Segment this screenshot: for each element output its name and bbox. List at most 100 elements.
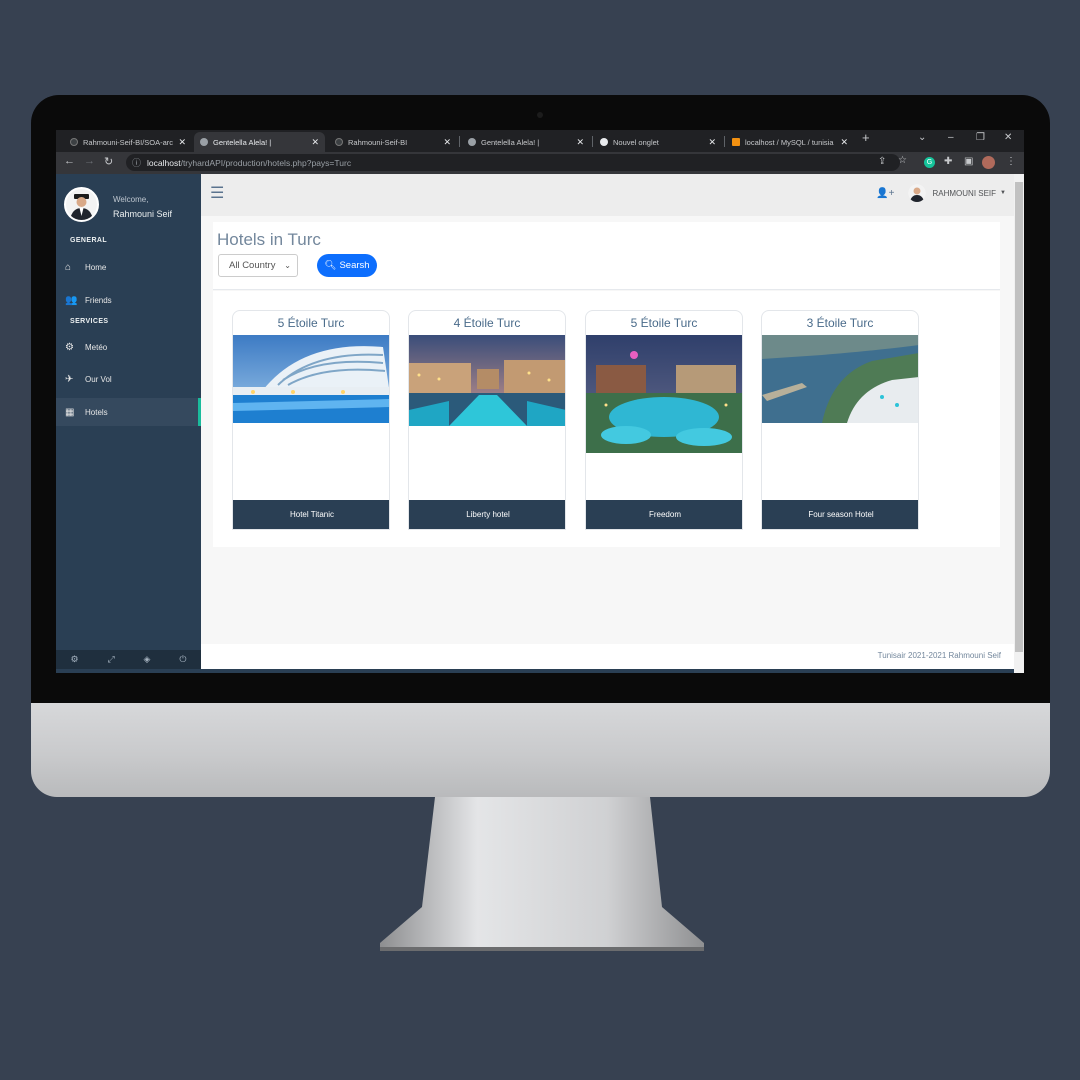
bottom-strip [56,669,1024,673]
menu-toggle-icon[interactable]: ☰ [210,183,224,203]
sidebar-item-our-vol[interactable]: ✈ Our Vol [56,365,201,393]
hotels-panel: 5 Étoile Turc Hotel Titanic 4 Étoile Tur… [213,291,1000,547]
close-icon[interactable]: ✕ [708,137,716,148]
tab-separator [459,136,460,147]
monitor-stand [380,797,704,951]
browser-tab[interactable]: localhost / MySQL / tunisia ✕ [726,132,854,152]
search-icon: 🔍︎ [324,260,337,271]
chevron-down-icon: ⌄ [284,261,291,270]
eye-slash-icon[interactable]: ◈ [144,654,151,665]
browser-tab[interactable]: Rahmouni-Seif-BI ✕ [329,132,457,152]
browser-toolbar: ← → ↻ ⓘ localhost/tryhardAPI/production/… [56,152,1024,174]
menu-dots-icon[interactable]: ⋮ [1006,156,1016,167]
settings-icon[interactable]: ⚙ [70,654,78,665]
hotel-image [233,335,389,423]
reload-icon[interactable]: ↻ [104,155,113,168]
hotel-image [409,335,565,426]
bookmark-star-icon[interactable]: ☆ [898,155,907,166]
info-icon[interactable]: ⓘ [132,156,141,169]
site-icon [468,138,476,146]
hotel-rating: 5 Étoile Turc [277,316,345,330]
tab-separator [592,136,593,147]
hotel-rating: 3 Étoile Turc [806,316,874,330]
hotel-card[interactable]: 5 Étoile Turc Freedom [585,310,743,530]
hotel-image [586,335,742,453]
phpmyadmin-icon [732,138,740,146]
github-icon [335,138,343,146]
extensions-icon[interactable]: ✚ [944,156,952,167]
users-icon: 👥 [65,294,78,306]
search-button-label: Searsh [339,260,370,271]
hotel-name: Liberty hotel [409,500,565,529]
share-icon[interactable]: ⇪ [878,156,886,167]
close-window-button[interactable]: ✕ [1004,132,1012,143]
country-select[interactable]: All Country ⌄ [218,254,298,277]
section-general: GENERAL [70,237,108,244]
add-user-icon[interactable]: 👤+ [876,188,894,199]
power-icon[interactable]: ⏻ [179,654,186,665]
welcome-text: Welcome, [113,195,149,204]
scrollbar-thumb[interactable] [1015,182,1023,652]
hotel-name: Four season Hotel [762,500,918,529]
fullscreen-icon[interactable]: ⤢ [107,654,114,665]
hotel-card[interactable]: 5 Étoile Turc Hotel Titanic [232,310,390,530]
hotel-rating: 4 Étoile Turc [453,316,521,330]
page-title: Hotels in Turc [217,230,321,249]
url-path: /tryhardAPI/production/hotels.php?pays=T… [180,157,352,168]
browser-tab[interactable]: Rahmouni-Seif-BI/SOA-arc ✕ [64,132,192,152]
forward-icon[interactable]: → [84,155,95,167]
close-icon[interactable]: ✕ [840,137,848,148]
user-name: Rahmouni Seif [113,209,173,219]
hotel-card[interactable]: 3 Étoile Turc Four season Hotel [761,310,919,530]
side-panel-icon[interactable]: ▣ [964,156,973,167]
site-icon [200,138,208,146]
avatar [908,184,927,202]
hotel-image [762,335,918,423]
search-button[interactable]: 🔍︎ Searsh [317,254,377,277]
sidebar-item-label: Hotels [85,407,108,417]
sidebar-footer: ⚙ ⤢ ◈ ⏻ [56,650,201,669]
url-host: localhost [147,157,181,168]
close-icon[interactable]: ✕ [311,137,319,148]
scrollbar[interactable] [1014,174,1024,673]
browser-tab-active[interactable]: Gentelella Alela! | ✕ [194,132,325,152]
close-icon[interactable]: ✕ [178,137,186,148]
hotel-name: Freedom [586,500,742,529]
minimize-button[interactable]: – [948,132,954,143]
hotel-name: Hotel Titanic [233,500,389,529]
sidebar-item-label: Our Vol [85,374,112,384]
avatar [64,187,99,222]
sidebar-item-label: Metéo [85,342,108,352]
browser-tab[interactable]: Gentelella Alela! | ✕ [462,132,590,152]
sidebar-item-meteo[interactable]: ⚙ Metéo [56,333,201,361]
sidebar-item-label: Home [85,262,107,272]
browser-tab[interactable]: Nouvel onglet ✕ [594,132,722,152]
hotel-rating: 5 Étoile Turc [630,316,698,330]
sidebar-item-home[interactable]: ⌂ Home [56,253,201,281]
restore-button[interactable]: ❐ [976,132,985,143]
home-icon: ⌂ [65,261,72,273]
screen: Rahmouni-Seif-BI/SOA-arc ✕ Gentelella Al… [56,130,1024,673]
webcam [537,112,543,118]
hotel-card[interactable]: 4 Étoile Turc Liberty hotel [408,310,566,530]
close-icon[interactable]: ✕ [576,137,584,148]
github-icon [70,138,78,146]
tab-search-icon[interactable]: ⌄ [918,132,926,143]
new-tab-button[interactable]: + [862,130,870,145]
sidebar-item-hotels[interactable]: ▦ Hotels [56,398,201,426]
profile-avatar-icon[interactable] [982,156,995,169]
building-icon: ▦ [65,406,75,418]
top-nav: ☰ 👤+ RAHMOUNI SEIF ▼ [201,174,1014,216]
monitor-chin [31,703,1050,797]
back-icon[interactable]: ← [64,155,75,167]
page-header-panel: Hotels in Turc All Country ⌄ 🔍︎ Searsh [213,222,1000,290]
close-icon[interactable]: ✕ [443,137,451,148]
grammarly-icon[interactable]: G [924,157,935,168]
address-bar[interactable]: ⓘ localhost/tryhardAPI/production/hotels… [126,154,900,171]
sidebar-item-label: Friends [85,295,112,305]
country-select-value: All Country [229,260,276,271]
user-dropdown[interactable]: 👤+ RAHMOUNI SEIF ▼ [876,184,1006,202]
page-footer: Tunisair 2021-2021 Rahmouni Seif [201,644,1014,669]
tab-separator [724,136,725,147]
sidebar-item-friends[interactable]: 👥 Friends [56,286,201,314]
